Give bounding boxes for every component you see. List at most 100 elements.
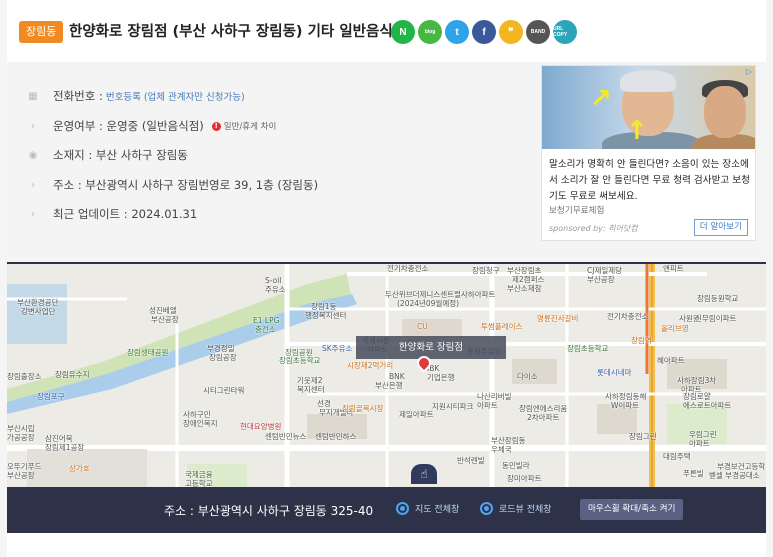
phone-icon: ▦: [28, 90, 38, 102]
map-label: 두산위브더제니스센트럴사하아파트: [385, 290, 496, 299]
ad-image[interactable]: ↗ ↑ ▷: [542, 66, 755, 149]
map-label: 장림엔에스리움: [519, 404, 568, 413]
map-label: 2차아파트: [527, 413, 560, 422]
hand-cursor-icon: ☝: [411, 464, 437, 484]
map-label: 가공공장: [7, 433, 35, 442]
map-label: 부산소재참: [507, 284, 542, 293]
map-label: 혜아파트: [657, 356, 685, 365]
mousewheel-zoom-button[interactable]: 마우스휠 확대/축소 켜기: [580, 499, 684, 520]
map-label: 우체국: [491, 445, 512, 454]
roadview-full-label: 로드뷰 전체창: [499, 505, 552, 515]
facebook-share-icon[interactable]: f: [472, 20, 496, 44]
map-label: 올리브영: [661, 324, 689, 333]
map-pin-icon: [396, 502, 409, 515]
place-tooltip[interactable]: 한양화로 장림점: [356, 336, 506, 359]
map-label: 장림생태공원: [127, 348, 169, 357]
map-label: 장림그린: [629, 432, 657, 441]
map-label: 오뚜기푸드: [7, 462, 42, 471]
map-label: 장림청구: [472, 266, 500, 275]
map-label: 대림주택: [663, 452, 691, 461]
map-label: 선경: [317, 399, 331, 408]
phone-register-link[interactable]: 번호등록 (업체 관계자만 신청가능): [106, 89, 245, 103]
blog-share-icon[interactable]: blog: [418, 20, 442, 44]
map-label: 부경보건고등학교: [717, 462, 766, 471]
kakaostory-share-icon[interactable]: ❞: [499, 20, 523, 44]
map-label: 부산시립: [7, 424, 35, 433]
map-label: 장림역: [631, 336, 652, 345]
map-label: 장림포구: [37, 392, 65, 401]
map-label: 시장제2먹거리: [347, 361, 394, 370]
ad-text[interactable]: 말소리가 명확히 안 들린다면? 소음이 있는 장소에서 소리가 잘 안 들린다…: [549, 157, 752, 205]
map-label: 전기차충전소: [607, 312, 649, 321]
address-text: 주소 : 부산광역시 사하구 장림번영로 39, 1층 (장림동): [53, 178, 319, 192]
map-label: 장림초등학교: [279, 356, 321, 365]
map-label: 부산은행: [375, 381, 403, 390]
map-label: 투썸플레이스: [481, 322, 523, 331]
map-label: 국제금융: [185, 470, 213, 479]
info-panel: ▦ 전화번호 : 번호등록 (업체 관계자만 신청가능) › 운영여부 : 운영…: [7, 62, 766, 262]
ad-card[interactable]: ↗ ↑ ▷ 말소리가 명확히 안 들린다면? 소음이 있는 장소에서 소리가 잘…: [541, 65, 756, 241]
header: 장림동 한양화로 장림점 (부산 사하구 장림동) 기타 일반음식점 Nblog…: [7, 0, 766, 62]
map-label: 센텀반민하스: [315, 432, 357, 441]
address-row: › 주소 : 부산광역시 사하구 장림번영로 39, 1층 (장림동): [27, 177, 318, 193]
map[interactable]: 부산환경공단 강변사업단 성진베엘 부산공장 S-oil 주유소 E1 LPG 충전소 장림생태…: [7, 262, 766, 487]
map-label: 장림유수지: [55, 370, 90, 379]
map-label: 아파트: [477, 401, 498, 410]
map-label: 신무림이파트: [695, 314, 737, 323]
map-label: 시티그린타워: [203, 386, 245, 395]
twitter-share-icon[interactable]: t: [445, 20, 469, 44]
map-label: 기웃제2: [297, 376, 323, 385]
roadview-full-button[interactable]: 로드뷰 전체창: [480, 502, 552, 515]
map-full-button[interactable]: 지도 전체창: [396, 502, 459, 515]
map-label: 부산장림동: [491, 436, 526, 445]
arrow-icon: ↗: [590, 84, 612, 114]
phone-row: ▦ 전화번호 : 번호등록 (업체 관계자만 신청가능): [27, 88, 245, 104]
phone-label: 전화번호 :: [53, 89, 103, 103]
updated-text: 최근 업데이트 : 2024.01.31: [53, 207, 198, 221]
map-label: 장림제1공장: [45, 443, 85, 452]
map-label: S-oil: [265, 276, 282, 285]
status-row: › 운영여부 : 운영중 (일반음식점) ! 일반/휴게 차이: [27, 118, 276, 134]
url-copy-share-icon[interactable]: URL COPY: [553, 20, 577, 44]
updated-row: › 최근 업데이트 : 2024.01.31: [27, 206, 197, 222]
block: [402, 319, 462, 337]
map-label: 장림1동: [311, 302, 337, 311]
status-note[interactable]: ! 일반/휴게 차이: [211, 120, 276, 132]
map-label: 장림출장소: [7, 372, 42, 381]
map-label: 롯데시네마: [597, 368, 632, 377]
page-title: 한양화로 장림점 (부산 사하구 장림동) 기타 일반음식점: [69, 24, 407, 40]
ad-person-1-hair: [620, 70, 676, 92]
map-label: 현대요양병원: [240, 422, 282, 431]
map-label: 전기차충전소: [387, 264, 429, 273]
map-label: 부산공장: [587, 275, 615, 284]
map-label: 기업은행: [427, 373, 455, 382]
ad-sponsored: sponsored by: 히어닷컴: [549, 224, 638, 233]
map-label: 센텀빈민뉴스: [265, 432, 307, 441]
ad-source[interactable]: 보청기무료체험: [549, 204, 604, 216]
map-label: BNK: [389, 372, 405, 381]
chevron-right-icon: ›: [31, 120, 35, 132]
map-label: 부경정밀: [207, 344, 235, 353]
band-share-icon[interactable]: BAND: [526, 20, 550, 44]
map-label: 부산공장: [7, 471, 35, 480]
map-label: 성진베엘: [149, 306, 177, 315]
map-label: 부산장림초: [507, 266, 542, 275]
adchoices-icon[interactable]: ▷: [746, 67, 752, 76]
map-label: CU: [417, 322, 428, 331]
ad-learn-more-button[interactable]: 더 알아보기: [693, 219, 748, 236]
map-label: 장애인복지: [183, 419, 218, 428]
map-label: (2024년09월예정): [397, 299, 460, 308]
map-label: W이파트: [611, 401, 640, 410]
map-footer: 주소 : 부산광역시 사하구 장림동 325-40 지도 전체창 로드뷰 전체창…: [7, 487, 766, 533]
map-label: 삼진어묵: [45, 434, 73, 443]
category-badge[interactable]: 장림동: [19, 21, 64, 43]
map-full-label: 지도 전체창: [415, 505, 460, 515]
naver-share-icon[interactable]: N: [391, 20, 415, 44]
map-label: 주유소: [265, 285, 286, 294]
map-label: 행정복지센터: [305, 311, 347, 320]
map-label: 사하장림3차: [677, 376, 717, 385]
footer-address: 주소 : 부산광역시 사하구 장림동 325-40: [164, 504, 374, 518]
map-label: 장림로얄: [683, 392, 711, 401]
arrow-icon: ↑: [626, 116, 648, 146]
map-label: 고등학교: [185, 479, 213, 487]
